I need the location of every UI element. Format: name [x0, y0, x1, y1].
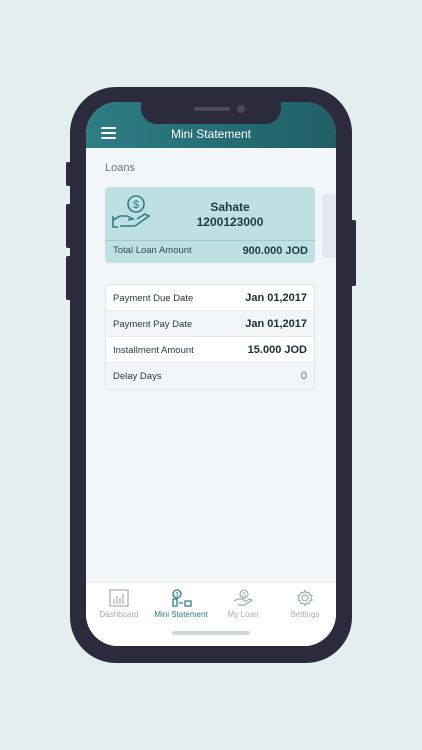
speaker-grille [194, 107, 230, 111]
phone-notch [141, 100, 281, 124]
payment-pay-date-value: Jan 01,2017 [245, 318, 307, 330]
my-loan-icon: $ [233, 589, 253, 606]
section-label: Loans [105, 162, 135, 174]
installment-amount-label: Installment Amount [113, 345, 194, 356]
detail-row: Payment Due Date Jan 01,2017 [106, 285, 314, 311]
detail-row: Installment Amount 15.000 JOD [106, 337, 314, 363]
tab-dashboard-label: Dashboard [99, 610, 139, 619]
tab-settings[interactable]: Settings [274, 589, 336, 619]
app-screen: Mini Statement Loans $ Sahate 1200123000… [86, 102, 336, 646]
loan-card[interactable]: $ Sahate 1200123000 Total Loan Amount 90… [105, 187, 315, 263]
mini-statement-icon: $ [172, 589, 192, 607]
loan-details-table: Payment Due Date Jan 01,2017 Payment Pay… [105, 284, 315, 390]
detail-row: Delay Days 0 [106, 363, 314, 389]
loan-name: Sahate [210, 200, 250, 214]
tab-mini-statement-label: Mini Statement [154, 610, 208, 619]
delay-days-label: Delay Days [113, 371, 162, 382]
svg-text:$: $ [133, 199, 139, 211]
front-camera [237, 105, 245, 113]
tab-mini-statement[interactable]: $ Mini Statement [150, 589, 212, 619]
tab-my-loan-label: My Loan [227, 610, 259, 619]
loan-number: 1200123000 [196, 215, 264, 229]
payment-pay-date-label: Payment Pay Date [113, 319, 193, 330]
next-loan-card[interactable] [322, 194, 336, 258]
payment-due-date-value: Jan 01,2017 [245, 292, 307, 304]
divider [105, 240, 315, 241]
delay-days-value: 0 [300, 370, 307, 382]
payment-due-date-label: Payment Due Date [113, 293, 194, 304]
bottom-tab-bar: Dashboard $ Mini Statement $ My Loan Set… [86, 582, 336, 646]
tab-settings-label: Settings [290, 610, 320, 619]
total-loan-amount-label: Total Loan Amount [113, 245, 192, 256]
settings-icon [297, 589, 313, 607]
tab-my-loan[interactable]: $ My Loan [212, 589, 274, 619]
money-hand-icon: $ [112, 195, 151, 228]
tab-dashboard[interactable]: Dashboard [88, 589, 150, 619]
detail-row: Payment Pay Date Jan 01,2017 [106, 311, 314, 337]
dashboard-icon [109, 589, 129, 607]
total-loan-amount-value: 900.000 JOD [242, 245, 308, 257]
page-title: Mini Statement [170, 127, 252, 141]
installment-amount-value: 15.000 JOD [247, 344, 307, 356]
home-indicator[interactable] [172, 631, 250, 635]
